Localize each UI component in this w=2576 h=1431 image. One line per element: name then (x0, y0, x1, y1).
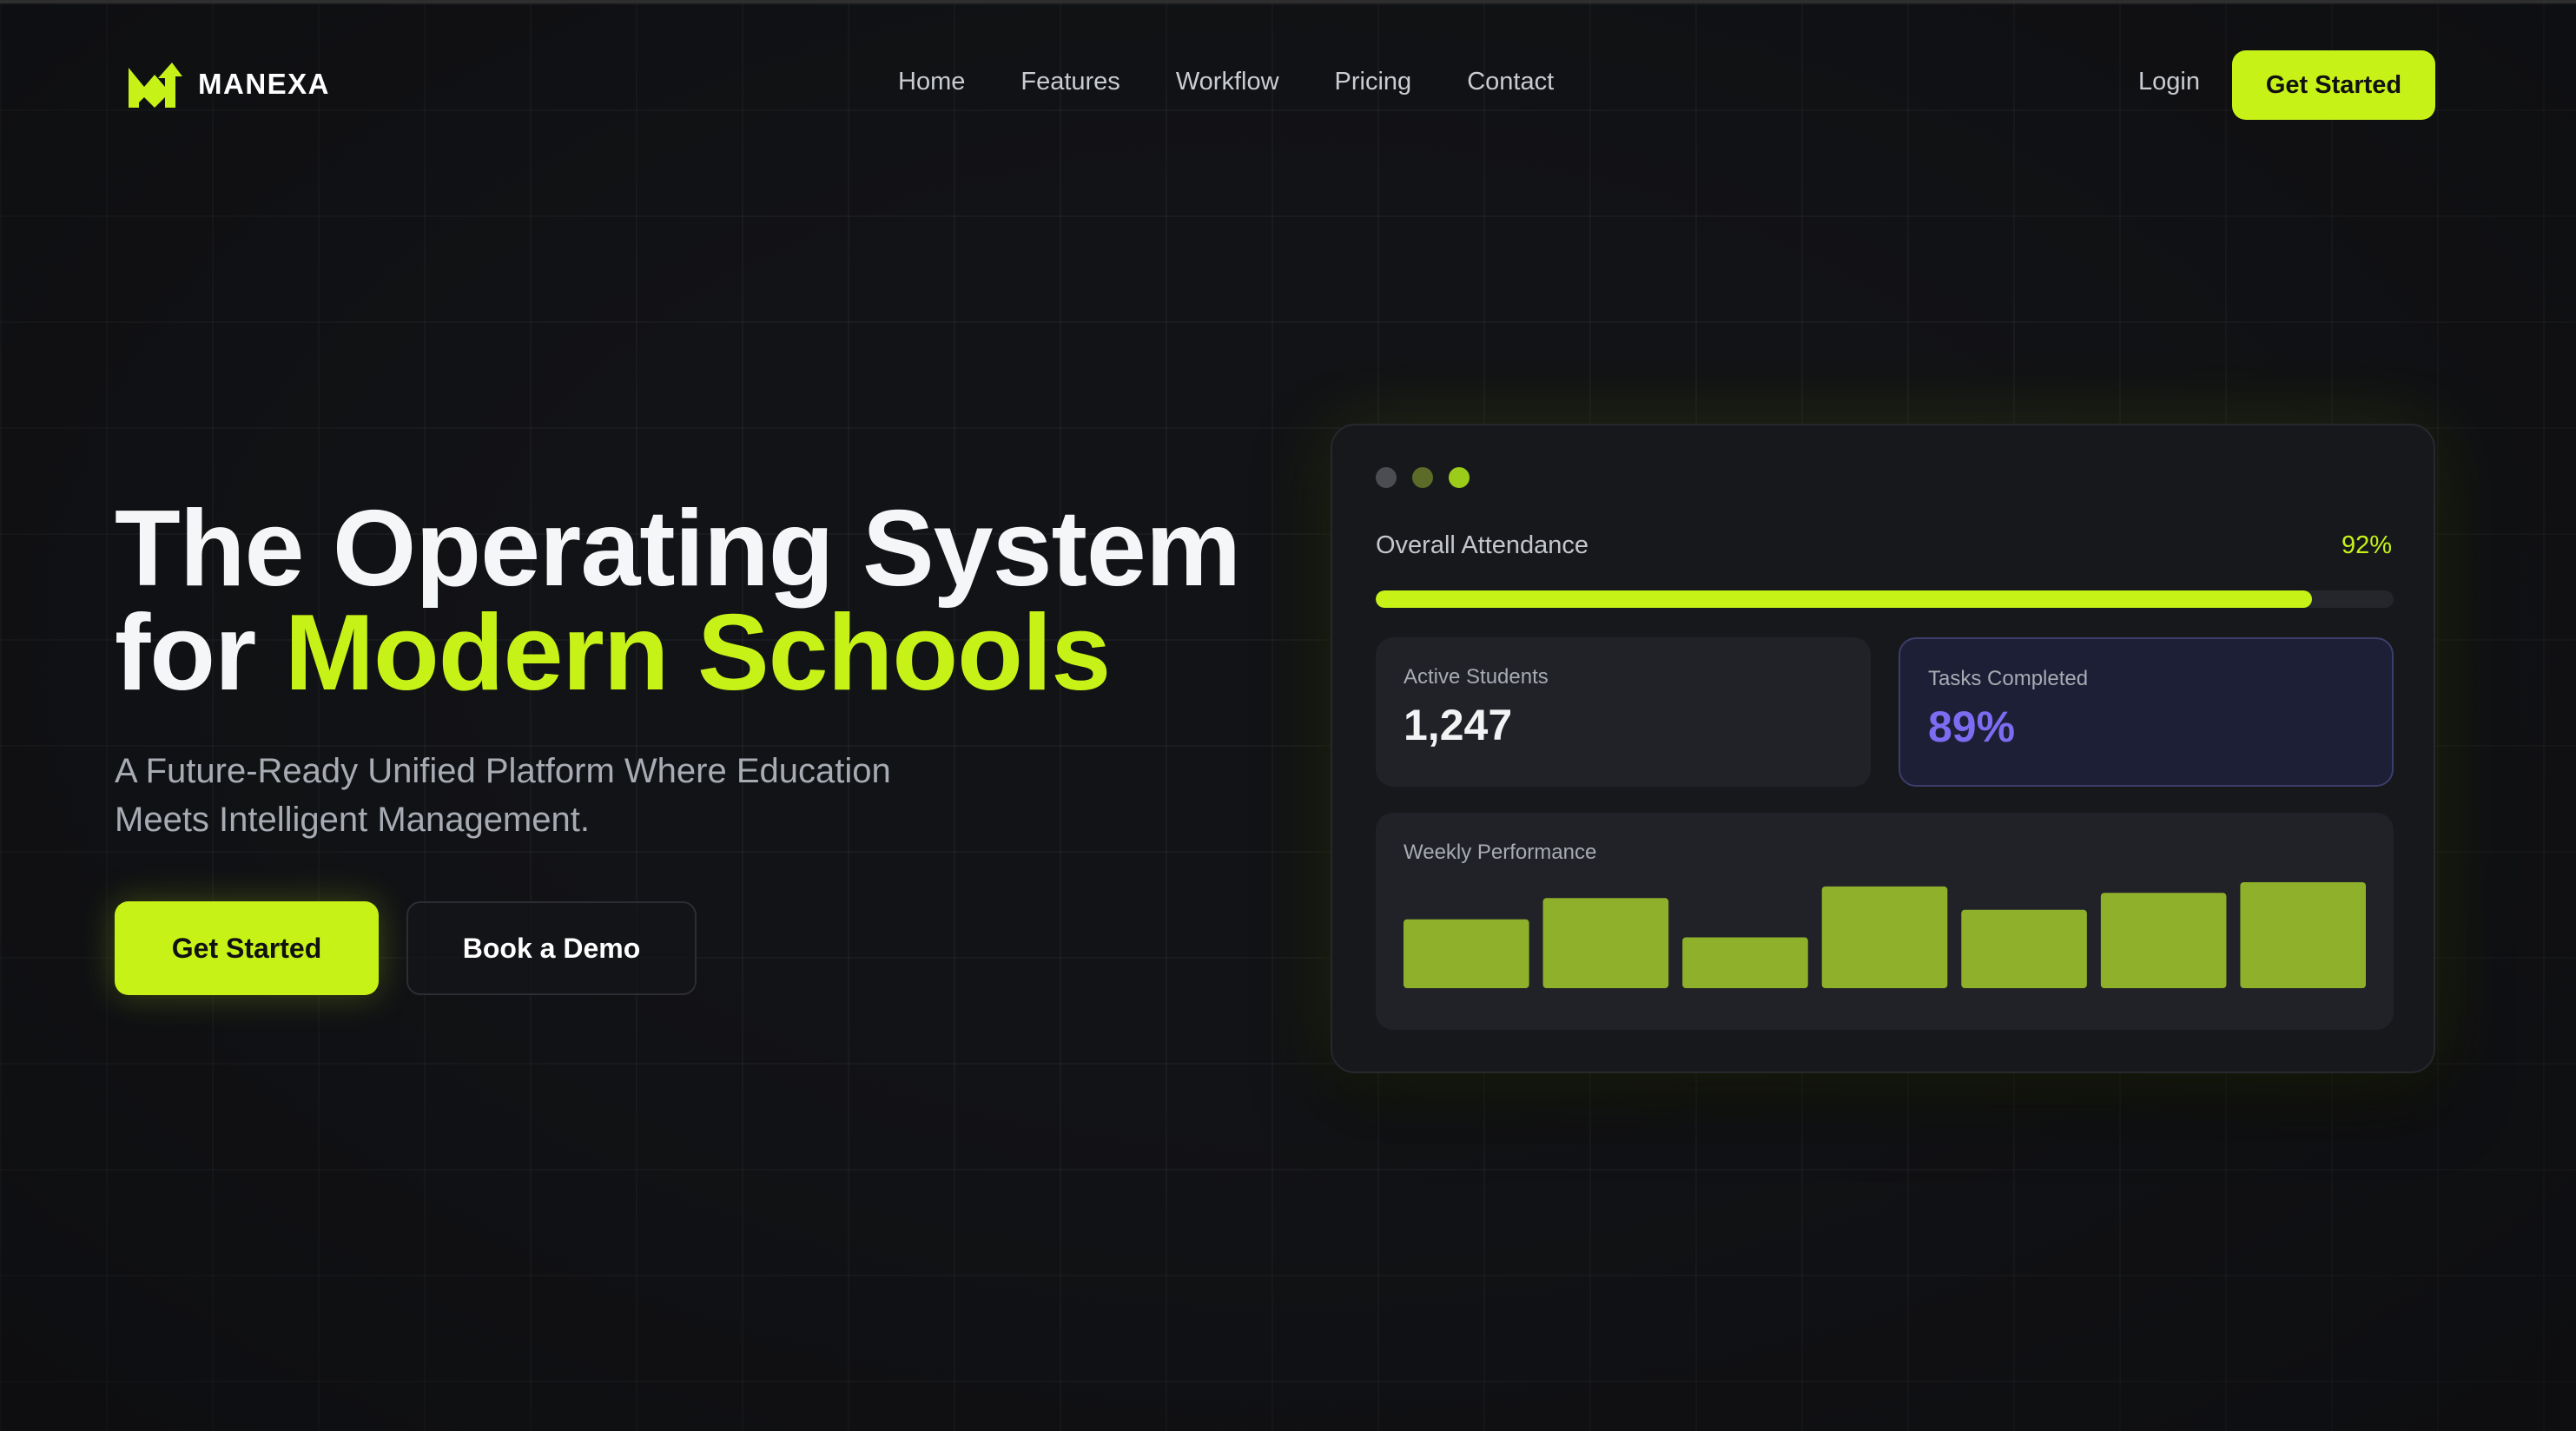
tasks-completed-label: Tasks Completed (1928, 667, 2089, 690)
hero-title-line1: The Operating System (115, 489, 1241, 609)
dashboard-preview-card: Overall Attendance 92% Active Students 1… (1331, 424, 2435, 1073)
performance-bar-4 (1821, 886, 1948, 988)
book-demo-button[interactable]: Book a Demo (406, 901, 697, 995)
active-students-label: Active Students (1404, 665, 1549, 689)
hero-title: The Operating System for Modern Schools (115, 495, 1313, 707)
nav-link-workflow[interactable]: Workflow (1176, 68, 1279, 96)
window-dots (1376, 467, 1470, 488)
tasks-completed-card: Tasks Completed 89% (1899, 637, 2394, 787)
weekly-performance-card: Weekly Performance (1376, 813, 2394, 1030)
hero-title-accent: Modern Schools (284, 593, 1112, 713)
nav-link-pricing[interactable]: Pricing (1335, 68, 1412, 96)
performance-bar-2 (1542, 898, 1669, 988)
nav-links: Home Features Workflow Pricing Contact (898, 68, 1554, 96)
login-link[interactable]: Login (2138, 68, 2200, 96)
hero-get-started-button[interactable]: Get Started (115, 901, 379, 995)
attendance-label: Overall Attendance (1376, 531, 1589, 559)
active-students-value: 1,247 (1404, 701, 1513, 749)
performance-bar-3 (1682, 937, 1808, 988)
logo-icon (129, 63, 182, 108)
attendance-value: 92% (2341, 531, 2392, 559)
tasks-completed-value: 89% (1928, 702, 2016, 751)
nav-link-contact[interactable]: Contact (1467, 68, 1554, 96)
nav-link-features[interactable]: Features (1020, 68, 1120, 96)
window-dot-icon (1412, 467, 1433, 488)
hero-subtitle: A Future-Ready Unified Platform Where Ed… (115, 747, 1018, 844)
weekly-performance-chart (1404, 882, 2366, 988)
hero-title-for: for (115, 593, 285, 713)
performance-bar-6 (2100, 893, 2227, 988)
brand-logo[interactable]: MANEXA (125, 59, 330, 109)
weekly-performance-label: Weekly Performance (1404, 841, 1597, 864)
nav-get-started-button[interactable]: Get Started (2232, 50, 2435, 120)
attendance-progress-track (1376, 590, 2394, 608)
top-nav: MANEXA Home Features Workflow Pricing Co… (0, 3, 2576, 168)
nav-link-home[interactable]: Home (898, 68, 965, 96)
brand-name: MANEXA (198, 68, 331, 100)
window-dot-icon (1449, 467, 1470, 488)
attendance-progress-fill (1376, 590, 2313, 608)
page: MANEXA Home Features Workflow Pricing Co… (0, 0, 2576, 1431)
hero-subtitle-line1: A Future-Ready Unified Platform Where Ed… (115, 752, 891, 790)
performance-bar-7 (2240, 882, 2366, 988)
performance-bar-5 (1961, 909, 2087, 988)
active-students-card: Active Students 1,247 (1376, 637, 1871, 787)
window-dot-icon (1376, 467, 1397, 488)
performance-bar-1 (1404, 919, 1529, 988)
hero-subtitle-line2: Meets Intelligent Management. (115, 801, 590, 839)
